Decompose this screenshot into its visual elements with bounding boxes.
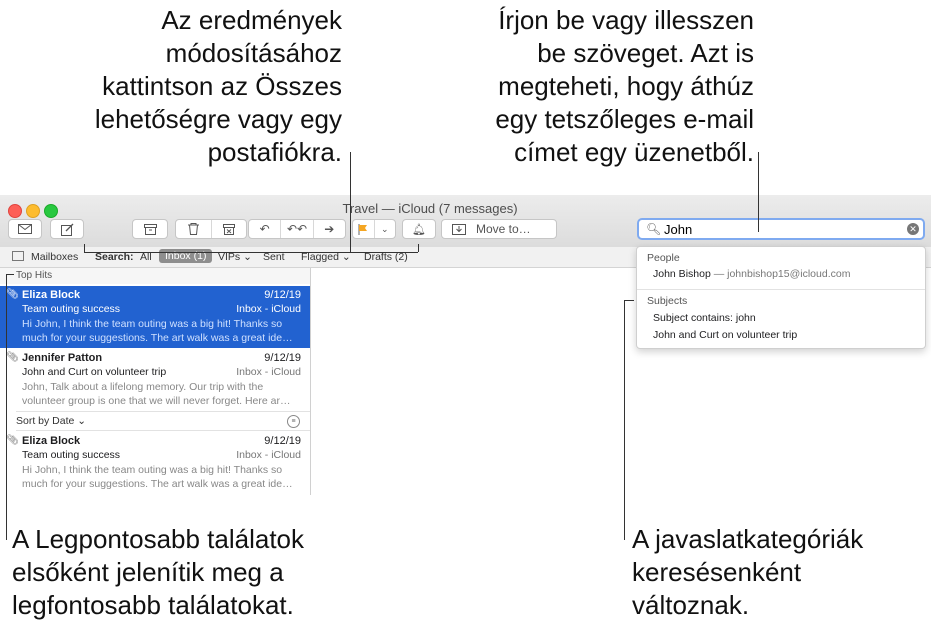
suggestion-subject-contains[interactable]: Subject contains: john: [653, 312, 756, 324]
paperclip-icon: 📎︎: [6, 435, 19, 446]
message-mailbox: Inbox - iCloud: [236, 366, 301, 378]
title-bar: Travel — iCloud (7 messages) ↶ ↶↶ ➔ ⌄ 🔔︎…: [0, 195, 931, 248]
mailboxes-button[interactable]: Mailboxes: [31, 251, 78, 263]
people-category-label: People: [647, 252, 680, 264]
clear-search-icon[interactable]: ✕: [907, 223, 919, 235]
compose-button[interactable]: [50, 219, 84, 239]
chevron-down-icon: ⌄: [77, 415, 87, 427]
message-row[interactable]: 📎︎ Jennifer Patton 9/12/19 John and Curt…: [0, 349, 310, 411]
paperclip-icon: 📎︎: [6, 352, 19, 363]
message-subject: John and Curt on volunteer trip: [22, 366, 167, 378]
message-preview: Hi John, I think the team outing was a b…: [22, 464, 293, 490]
chevron-down-icon: ⌄: [380, 223, 389, 234]
sort-label: Sort by Date: [16, 415, 75, 427]
reply-button[interactable]: ↶: [249, 220, 282, 238]
archive-button[interactable]: [132, 219, 168, 239]
message-preview: Hi John, I think the team outing was a b…: [22, 318, 293, 344]
paperclip-icon: 📎︎: [6, 289, 19, 300]
move-to-label: Move to…: [476, 222, 531, 236]
leader-line: [84, 252, 418, 253]
forward-icon: ➔: [324, 222, 335, 236]
leader-line: [624, 300, 625, 540]
callout-suggestions-hint: A javaslatkategóriák keresésenként válto…: [632, 524, 864, 620]
callout-scope-hint: Az eredmények módosításához kattintson a…: [94, 5, 342, 167]
delete-button[interactable]: [176, 220, 212, 238]
search-field[interactable]: 🔍︎ ✕: [637, 218, 925, 240]
reply-group: ↶ ↶↶ ➔: [248, 219, 346, 239]
search-input[interactable]: [662, 221, 904, 237]
compose-icon: [60, 223, 73, 236]
leader-line: [624, 300, 634, 301]
leader-line: [418, 244, 419, 252]
junk-button[interactable]: [212, 220, 247, 238]
move-to-icon: [452, 223, 466, 235]
message-row[interactable]: 📎︎ Eliza Block 9/12/19 Team outing succe…: [0, 286, 310, 348]
message-sender: Eliza Block: [22, 435, 81, 447]
suggestion-subject[interactable]: John and Curt on volunteer trip: [653, 329, 797, 341]
callout-search-hint: Írjon be vagy illesszen be szöveget. Azt…: [495, 5, 754, 167]
leader-line: [758, 152, 759, 232]
reply-all-button[interactable]: ↶↶: [281, 220, 314, 238]
move-to-button[interactable]: Move to…: [441, 219, 557, 239]
message-mailbox: Inbox - iCloud: [236, 303, 301, 315]
mute-button[interactable]: 🔔︎: [402, 219, 436, 239]
search-icon: 🔍︎: [646, 222, 662, 236]
reply-icon: ↶: [259, 222, 270, 236]
leader-line: [6, 274, 14, 275]
filter-icon[interactable]: ≡: [287, 415, 300, 428]
delete-junk-group: [175, 219, 247, 239]
reply-all-icon: ↶↶: [286, 222, 308, 236]
message-sender: Jennifer Patton: [22, 352, 103, 364]
message-subject: Team outing success: [22, 449, 121, 461]
list-divider: [16, 430, 310, 431]
leader-line: [84, 244, 85, 252]
message-date: 9/12/19: [264, 289, 301, 301]
suggestions-divider: [637, 289, 925, 290]
person-email: — johnbishop15@icloud.com: [713, 268, 851, 280]
envelope-icon: [18, 224, 32, 234]
message-sender: Eliza Block: [22, 289, 81, 301]
flag-icon: [358, 223, 368, 235]
person-name: John Bishop: [653, 268, 711, 280]
message-date: 9/12/19: [264, 352, 301, 364]
top-hits-label: Top Hits: [16, 270, 53, 281]
forward-button[interactable]: ➔: [314, 220, 345, 238]
flag-button[interactable]: [353, 220, 375, 238]
junk-icon: [222, 223, 235, 235]
callout-top-hits-hint: A Legpontosabb találatok elsőként jelení…: [12, 524, 305, 620]
top-hits-header: Top Hits: [0, 268, 310, 284]
flag-group: ⌄: [352, 219, 396, 239]
message-preview: John, Talk about a lifelong memory. Our …: [22, 381, 291, 407]
bell-mute-icon: 🔔︎: [412, 223, 426, 236]
leader-line: [6, 274, 7, 540]
get-mail-button[interactable]: [8, 219, 42, 239]
message-list: Top Hits 📎︎ Eliza Block 9/12/19 Team out…: [0, 268, 311, 495]
search-suggestions-menu: People John Bishop — johnbishop15@icloud…: [636, 246, 926, 349]
archive-icon: [143, 223, 157, 235]
message-subject: Team outing success: [22, 303, 121, 315]
message-row[interactable]: 📎︎ Eliza Block 9/12/19 Team outing succe…: [0, 432, 310, 494]
sort-bar: Sort by Date ⌄ ≡: [0, 412, 310, 430]
message-date: 9/12/19: [264, 435, 301, 447]
sidebar-toggle-icon[interactable]: [12, 251, 24, 261]
subjects-category-label: Subjects: [647, 295, 688, 307]
sort-by-date-menu[interactable]: Sort by Date ⌄: [16, 415, 86, 427]
suggestion-person[interactable]: John Bishop — johnbishop15@icloud.com: [653, 268, 850, 280]
trash-icon: [187, 223, 199, 235]
message-mailbox: Inbox - iCloud: [236, 449, 301, 461]
window-title: Travel — iCloud (7 messages): [342, 201, 518, 216]
leader-line: [350, 152, 351, 252]
flag-menu-button[interactable]: ⌄: [375, 220, 396, 238]
